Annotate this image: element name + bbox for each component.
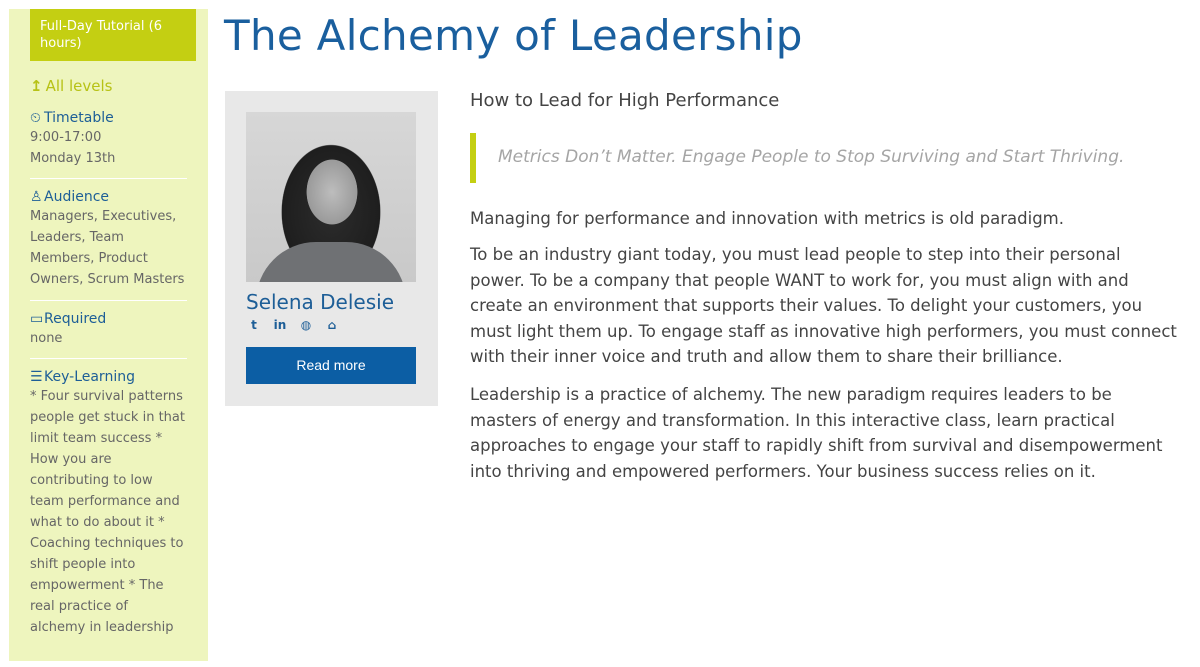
timetable-section: ⏲ Timetable 9:00-17:00 Monday 13th xyxy=(30,109,187,169)
required-section: ▭Required none xyxy=(30,310,187,349)
session-quote: Metrics Don’t Matter. Engage People to S… xyxy=(470,133,1170,183)
key-learning-section: ☰Key-Learning * Four survival patterns p… xyxy=(30,368,187,638)
session-subtitle: How to Lead for High Performance xyxy=(470,90,780,111)
audience-title: Audience xyxy=(44,189,110,205)
social-links: t in ◍ ⌂ xyxy=(247,318,339,332)
person-icon: ♙ xyxy=(30,189,43,205)
timetable-day: Monday 13th xyxy=(30,151,116,166)
description-paragraph-1: Managing for performance and innovation … xyxy=(470,209,1064,228)
description-paragraph-2: To be an industry giant today, you must … xyxy=(470,245,1177,366)
divider xyxy=(30,178,187,179)
session-type-badge: Full-Day Tutorial (6 hours) xyxy=(30,9,196,61)
divider xyxy=(30,300,187,301)
speaker-photo xyxy=(246,112,416,282)
laptop-icon: ▭ xyxy=(30,311,44,327)
home-icon[interactable]: ⌂ xyxy=(325,318,339,332)
description-paragraph-3: Leadership is a practice of alchemy. The… xyxy=(470,385,1163,481)
read-more-button[interactable]: Read more xyxy=(246,347,416,384)
divider xyxy=(30,358,187,359)
page-title: The Alchemy of Leadership xyxy=(224,11,803,60)
required-text: none xyxy=(30,331,63,346)
timetable-time: 9:00-17:00 xyxy=(30,130,102,145)
key-learning-text: * Four survival patterns people get stuc… xyxy=(30,389,185,635)
speaker-card: Selena Delesie t in ◍ ⌂ Read more xyxy=(225,91,438,406)
linkedin-icon[interactable]: in xyxy=(273,318,287,332)
audience-text: Managers, Executives, Leaders, Team Memb… xyxy=(30,209,185,287)
level-text: All levels xyxy=(45,77,113,95)
level-label: ↥ All levels xyxy=(30,77,112,95)
speaker-name-link[interactable]: Selena Delesie xyxy=(246,290,394,314)
list-icon: ☰ xyxy=(30,369,43,385)
twitter-icon[interactable]: t xyxy=(247,318,261,332)
session-info-sidebar: Full-Day Tutorial (6 hours) ↥ All levels … xyxy=(9,9,208,661)
arrow-up-icon: ↥ xyxy=(30,77,43,95)
key-learning-title: Key-Learning xyxy=(44,369,135,385)
required-title: Required xyxy=(44,311,107,327)
globe-icon[interactable]: ◍ xyxy=(299,318,313,332)
audience-section: ♙Audience Managers, Executives, Leaders,… xyxy=(30,188,187,290)
timetable-title: Timetable xyxy=(44,110,114,126)
clock-icon: ⏲ xyxy=(30,110,41,126)
